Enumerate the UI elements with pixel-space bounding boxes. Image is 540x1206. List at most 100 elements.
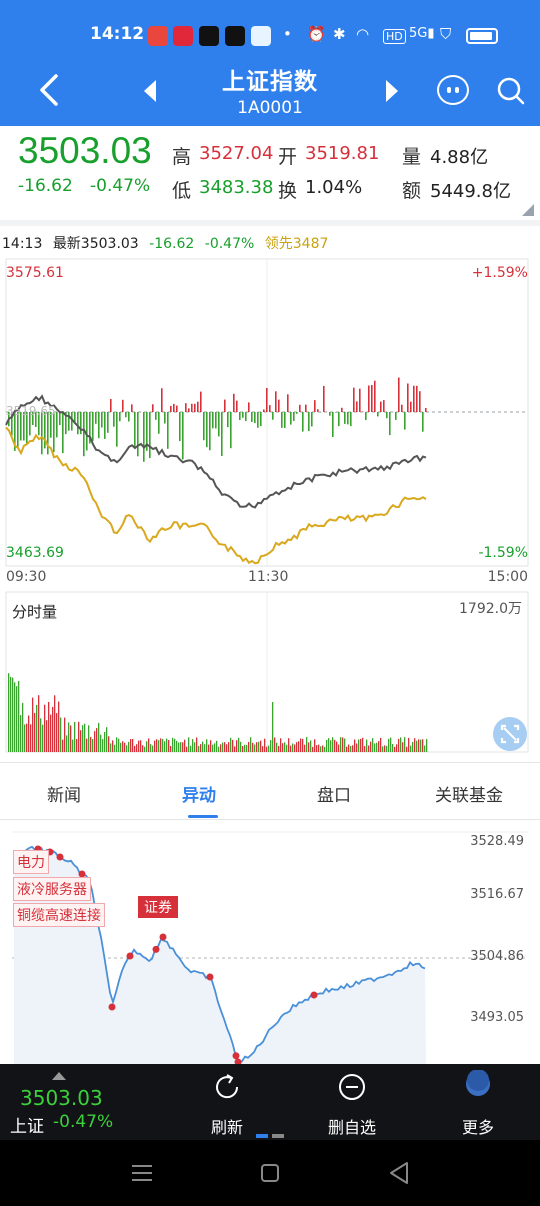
diff-bar	[47, 412, 49, 455]
diff-bar	[353, 387, 355, 412]
diff-bar	[41, 412, 43, 455]
time-start: 09:30	[6, 569, 47, 585]
menu-nav-icon[interactable]	[130, 1162, 154, 1184]
refresh-button[interactable]: 刷新	[177, 1064, 277, 1140]
volume-bar	[98, 722, 100, 752]
diff-bar	[236, 400, 238, 412]
anomaly-marker[interactable]	[232, 1052, 240, 1060]
volume-bar	[340, 737, 342, 752]
volume-bar	[136, 744, 138, 752]
anomaly-marker[interactable]	[152, 945, 160, 953]
diff-bar	[314, 400, 316, 412]
tab-news[interactable]: 新闻	[14, 781, 114, 806]
back-nav-icon[interactable]	[387, 1160, 411, 1186]
remove-watchlist-button[interactable]: 删自选	[302, 1064, 402, 1140]
volume-bar	[126, 745, 128, 752]
assistant-icon[interactable]	[437, 75, 469, 105]
app-icon	[173, 26, 193, 46]
anomaly-tag[interactable]: 液冷服务器	[13, 877, 91, 901]
next-stock-icon[interactable]	[384, 80, 400, 102]
diff-bar	[170, 405, 172, 412]
volume-bar	[284, 742, 286, 752]
volume-bar	[10, 676, 12, 752]
anomaly-marker[interactable]	[56, 853, 64, 861]
volume-bar	[294, 744, 296, 752]
anomaly-marker[interactable]	[159, 933, 167, 941]
volume-bar	[384, 745, 386, 752]
anomaly-marker[interactable]	[310, 991, 318, 999]
tab-bar: 新闻 异动 盘口 关联基金	[0, 762, 540, 820]
app-header: 14:12 • ⏰ ✱ ◠ HD 5G▮ ⛉ 上证指数 1A0001	[0, 0, 540, 126]
volume-value: 4.88亿	[430, 147, 489, 168]
intraday-chart[interactable]	[0, 257, 540, 757]
diff-bar	[98, 412, 100, 439]
diff-bar	[164, 412, 166, 424]
diff-bar	[425, 408, 427, 412]
volume-bar	[156, 739, 158, 752]
status-time: 14:12	[90, 24, 145, 44]
level-2: 3516.67	[470, 887, 524, 902]
volume-bar	[16, 686, 18, 752]
more-label: 更多	[461, 1118, 494, 1137]
volume-bar	[256, 742, 258, 752]
diff-bar	[422, 412, 424, 432]
diff-bar	[197, 401, 199, 412]
anomaly-marker[interactable]	[108, 1003, 116, 1011]
expand-corner-icon[interactable]	[522, 204, 534, 216]
volume-bar	[416, 740, 418, 752]
anomaly-marker[interactable]	[126, 952, 134, 960]
volume-bar	[324, 746, 326, 752]
volume-bar	[184, 739, 186, 752]
anomaly-chart[interactable]	[0, 822, 540, 1064]
diff-bar	[338, 412, 340, 427]
expand-caret-icon[interactable]	[52, 1072, 66, 1080]
volume-bar	[380, 737, 382, 752]
volume-bar	[214, 743, 216, 752]
diff-bar	[242, 412, 244, 418]
anomaly-tag-highlight[interactable]: 证券	[138, 896, 178, 918]
volume-bar	[358, 739, 360, 752]
tab-related-funds[interactable]: 关联基金	[419, 781, 519, 806]
diff-bar	[113, 412, 115, 427]
open-value: 3519.81	[305, 143, 380, 164]
diff-bar	[350, 412, 352, 427]
volume-bar	[260, 740, 262, 752]
time-mid: 11:30	[248, 569, 289, 585]
diff-bar	[374, 380, 376, 412]
volume-bar	[226, 744, 228, 752]
level-4: 3493.05	[470, 1010, 524, 1025]
bluetooth-icon: ✱	[333, 25, 346, 43]
volume-bar	[306, 737, 308, 752]
volume-bar	[192, 739, 194, 752]
volume-bar	[248, 741, 250, 752]
volume-bar	[276, 742, 278, 752]
anomaly-marker[interactable]	[206, 973, 214, 981]
volume-bar	[104, 732, 106, 752]
tab-anomaly[interactable]: 异动	[149, 781, 249, 806]
diff-bar	[386, 412, 388, 419]
anomaly-tag[interactable]: 铜缆高速连接	[13, 903, 105, 927]
volume-bar	[386, 745, 388, 752]
toolbar-price: 3503.03	[20, 1086, 103, 1110]
volume-bar	[130, 739, 132, 752]
search-icon[interactable]	[496, 76, 526, 106]
more-button[interactable]: 更多	[428, 1064, 528, 1140]
volume-bar	[94, 731, 96, 752]
fullscreen-icon[interactable]	[492, 716, 528, 752]
home-nav-icon[interactable]	[259, 1162, 281, 1184]
page-dot	[272, 1134, 284, 1138]
volume-bar	[366, 739, 368, 752]
anomaly-tag[interactable]: 电力	[13, 850, 49, 874]
volume-bar	[78, 721, 80, 752]
diff-bar	[410, 401, 412, 412]
volume-bar	[228, 742, 230, 752]
diff-bar	[56, 412, 58, 438]
volume-bar	[406, 746, 408, 752]
diff-bar	[128, 412, 130, 422]
diff-bar	[413, 385, 415, 412]
tab-orderbook[interactable]: 盘口	[284, 781, 384, 806]
volume-bar	[80, 730, 82, 752]
diff-bar	[302, 412, 304, 432]
volume-bar	[50, 714, 52, 752]
volume-bar	[68, 722, 70, 752]
